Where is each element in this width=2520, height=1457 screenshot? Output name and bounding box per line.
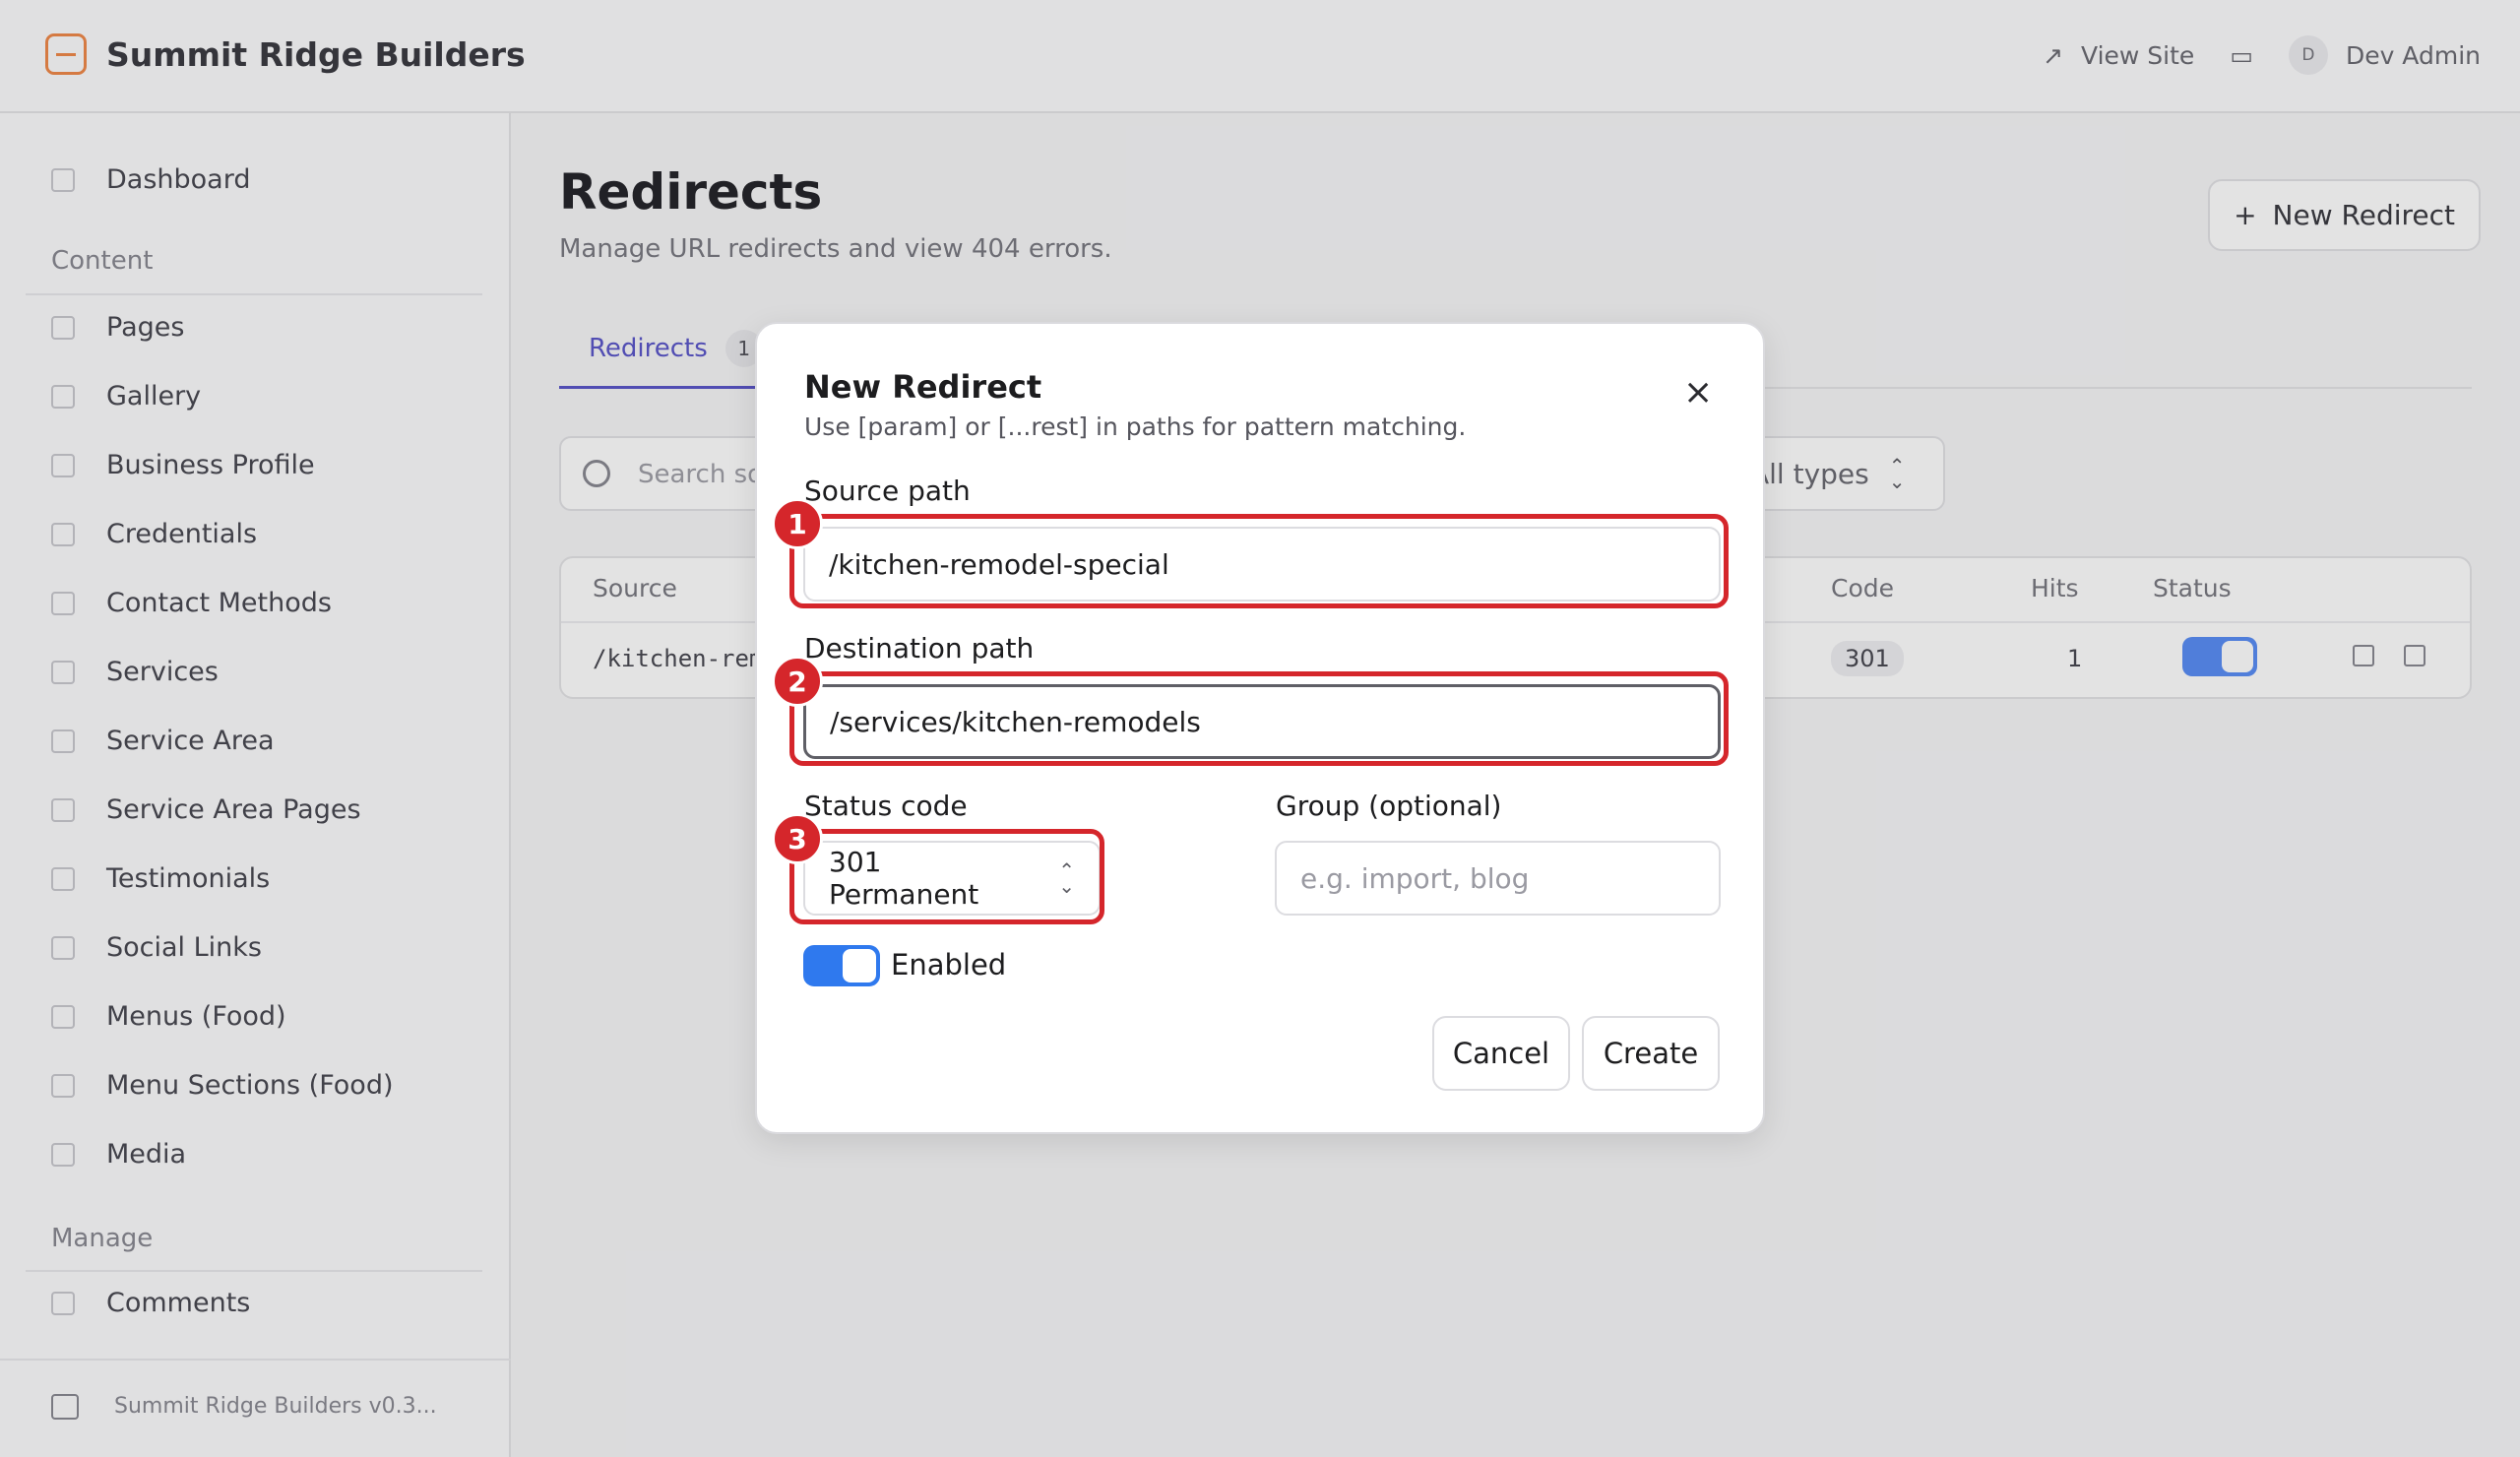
enabled-toggle[interactable] [803,945,880,986]
highlight-box [789,671,1729,766]
group-label: Group (optional) [1276,790,1502,822]
source-path-label: Source path [804,475,971,507]
close-icon[interactable]: × [1683,375,1713,411]
annotation-badge: 3 [772,813,823,864]
status-code-label: Status code [804,790,968,822]
highlight-box [789,514,1729,608]
cancel-button[interactable]: Cancel [1432,1016,1570,1091]
dialog-title: New Redirect [804,368,1042,406]
annotation-badge: 2 [772,656,823,707]
dialog-description: Use [param] or [...rest] in paths for pa… [804,412,1467,441]
annotation-badge: 1 [772,498,823,549]
enabled-label: Enabled [891,948,1007,982]
group-input[interactable]: e.g. import, blog [1275,841,1721,916]
create-button[interactable]: Create [1582,1016,1720,1091]
destination-path-label: Destination path [804,632,1035,665]
highlight-box [789,829,1104,924]
